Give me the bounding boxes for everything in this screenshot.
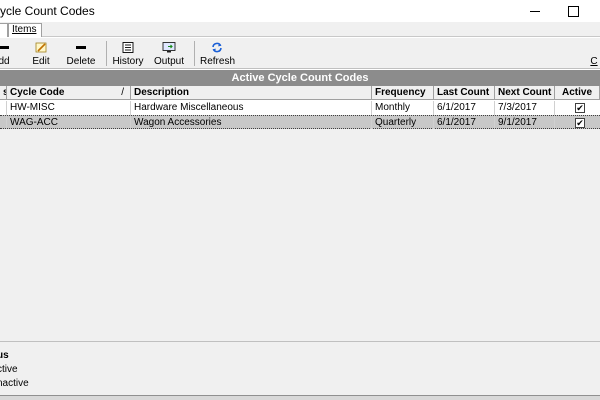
table-cell-code: WAG-ACC xyxy=(7,116,131,130)
active-checkbox[interactable]: ✔ xyxy=(575,118,585,128)
table-cell-description: Wagon Accessories xyxy=(131,116,372,130)
toolbar-separator xyxy=(194,41,195,66)
list-icon xyxy=(122,42,134,53)
history-button-label: History xyxy=(112,56,144,67)
window-title: ycle Count Codes xyxy=(0,4,95,18)
column-header-description[interactable]: Description xyxy=(131,86,372,100)
table-row[interactable]: WAG-ACC Wagon Accessories Quarterly 6/1/… xyxy=(0,115,600,130)
close-button-label: C xyxy=(590,56,598,67)
output-button[interactable]: Output xyxy=(154,40,184,68)
monitor-arrow-icon xyxy=(162,42,176,53)
delete-button-label: Delete xyxy=(66,56,96,67)
table-cell-status xyxy=(0,116,7,130)
bottom-border xyxy=(0,395,600,400)
legend-title: us xyxy=(0,350,9,361)
table-row[interactable]: HW-MISC Hardware Miscellaneous Monthly 6… xyxy=(0,101,600,115)
output-button-label: Output xyxy=(154,56,185,67)
edit-button[interactable]: Edit xyxy=(28,40,54,68)
refresh-button-label: Refresh xyxy=(200,56,236,67)
table-cell-code: HW-MISC xyxy=(7,101,131,115)
add-button-label: dd xyxy=(0,56,10,67)
tab-main[interactable] xyxy=(0,23,8,37)
refresh-button[interactable]: Refresh xyxy=(200,40,236,68)
grid-title: Active Cycle Count Codes xyxy=(0,70,600,86)
title-bar: ycle Count Codes xyxy=(0,0,600,22)
maximize-button[interactable] xyxy=(558,0,588,22)
close-button[interactable]: C xyxy=(588,40,600,68)
active-checkbox[interactable]: ✔ xyxy=(575,103,585,113)
minimize-button[interactable] xyxy=(520,0,550,22)
toolbar-separator xyxy=(106,41,107,66)
tab-items-label: Items xyxy=(12,24,37,35)
column-header-last-count[interactable]: Last Count xyxy=(434,86,495,100)
legend-item-inactive: nactive xyxy=(0,378,29,389)
table-cell-next-count: 7/3/2017 xyxy=(495,101,555,115)
column-header-next-count[interactable]: Next Count xyxy=(495,86,555,100)
table-cell-frequency: Quarterly xyxy=(372,116,434,130)
column-header-cycle-code[interactable]: Cycle Code / xyxy=(7,86,131,100)
history-button[interactable]: History xyxy=(112,40,144,68)
table-cell-status xyxy=(0,101,7,115)
tab-bar: Items xyxy=(0,22,600,37)
refresh-arrows-icon xyxy=(212,42,222,53)
minus-bar-icon xyxy=(76,46,86,49)
minus-bar-icon xyxy=(0,46,9,49)
delete-button[interactable]: Delete xyxy=(66,40,96,68)
add-button[interactable]: dd xyxy=(0,40,14,68)
column-header-label: Cycle Code xyxy=(10,87,65,98)
pencil-icon xyxy=(35,42,47,53)
table-cell-description: Hardware Miscellaneous xyxy=(131,101,372,115)
table-cell-last-count: 6/1/2017 xyxy=(434,101,495,115)
column-header-status[interactable]: s xyxy=(0,86,7,100)
status-legend: us ctive nactive xyxy=(0,341,600,395)
sort-indicator-icon: / xyxy=(121,87,124,98)
column-header-frequency[interactable]: Frequency xyxy=(372,86,434,100)
column-header-active[interactable]: Active xyxy=(555,86,600,100)
table-cell-frequency: Monthly xyxy=(372,101,434,115)
grid-empty-area xyxy=(0,129,600,341)
edit-button-label: Edit xyxy=(32,56,50,67)
tab-items[interactable]: Items xyxy=(8,23,42,37)
legend-item-active: ctive xyxy=(0,364,18,375)
table-cell-next-count: 9/1/2017 xyxy=(495,116,555,130)
table-cell-last-count: 6/1/2017 xyxy=(434,116,495,130)
toolbar: dd Edit Delete History Output Refresh C xyxy=(0,38,600,69)
